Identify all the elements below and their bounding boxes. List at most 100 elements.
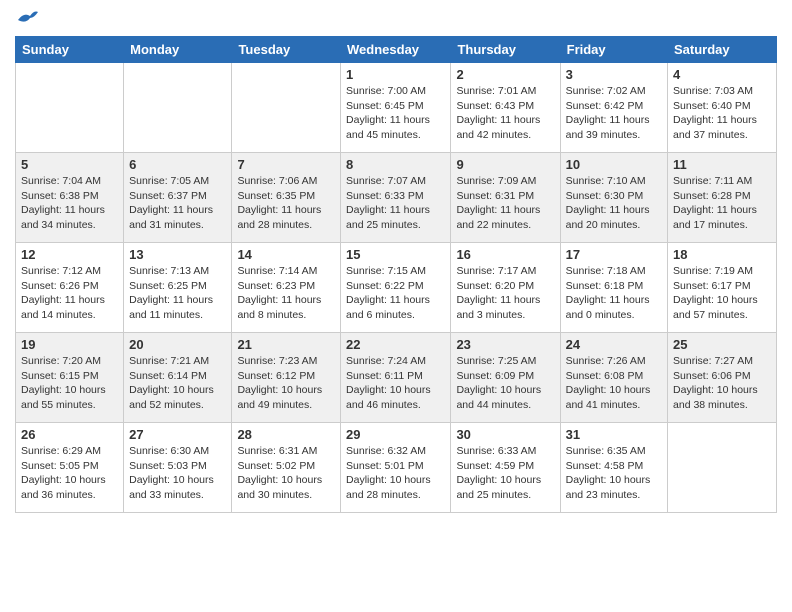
calendar-day-cell: 12 Sunrise: 7:12 AM Sunset: 6:26 PM Dayli… (16, 243, 124, 333)
day-number: 24 (566, 337, 662, 352)
day-number: 27 (129, 427, 226, 442)
day-info: Sunrise: 7:18 AM Sunset: 6:18 PM Dayligh… (566, 264, 662, 323)
day-number: 26 (21, 427, 118, 442)
day-info: Sunrise: 7:17 AM Sunset: 6:20 PM Dayligh… (456, 264, 554, 323)
day-number: 2 (456, 67, 554, 82)
calendar-day-cell: 1 Sunrise: 7:00 AM Sunset: 6:45 PM Daylig… (341, 63, 451, 153)
day-number: 4 (673, 67, 771, 82)
calendar-day-cell: 30 Sunrise: 6:33 AM Sunset: 4:59 PM Dayli… (451, 423, 560, 513)
day-number: 16 (456, 247, 554, 262)
calendar-day-cell: 13Sunrise: 7:13 AM Sunset: 6:25 PM Dayli… (124, 243, 232, 333)
calendar-day-cell: 16 Sunrise: 7:17 AM Sunset: 6:20 PM Dayli… (451, 243, 560, 333)
day-info: Sunrise: 7:25 AM Sunset: 6:09 PM Dayligh… (456, 354, 554, 413)
calendar-day-cell: 7Sunrise: 7:06 AM Sunset: 6:35 PM Daylig… (232, 153, 341, 243)
calendar-day-cell: 4Sunrise: 7:03 AM Sunset: 6:40 PM Daylig… (668, 63, 777, 153)
day-number: 6 (129, 157, 226, 172)
day-number: 23 (456, 337, 554, 352)
calendar-day-cell: 15 Sunrise: 7:15 AM Sunset: 6:22 PM Dayli… (341, 243, 451, 333)
logo (15, 10, 39, 28)
calendar-day-cell: 24 Sunrise: 7:26 AM Sunset: 6:08 PM Dayli… (560, 333, 667, 423)
calendar-day-cell: 31 Sunrise: 6:35 AM Sunset: 4:58 PM Dayli… (560, 423, 667, 513)
day-number: 22 (346, 337, 445, 352)
calendar-day-cell: 27Sunrise: 6:30 AM Sunset: 5:03 PM Dayli… (124, 423, 232, 513)
day-number: 29 (346, 427, 445, 442)
calendar-day-cell: 5 Sunrise: 7:04 AM Sunset: 6:38 PM Daylig… (16, 153, 124, 243)
day-info: Sunrise: 7:01 AM Sunset: 6:43 PM Dayligh… (456, 84, 554, 143)
calendar-day-cell (668, 423, 777, 513)
day-info: Sunrise: 7:14 AM Sunset: 6:23 PM Dayligh… (237, 264, 335, 323)
day-number: 18 (673, 247, 771, 262)
calendar-day-cell: 10 Sunrise: 7:10 AM Sunset: 6:30 PM Dayli… (560, 153, 667, 243)
day-number: 12 (21, 247, 118, 262)
day-info: Sunrise: 6:35 AM Sunset: 4:58 PM Dayligh… (566, 444, 662, 503)
day-info: Sunrise: 7:24 AM Sunset: 6:11 PM Dayligh… (346, 354, 445, 413)
calendar-day-cell: 3Sunrise: 7:02 AM Sunset: 6:42 PM Daylig… (560, 63, 667, 153)
day-info: Sunrise: 7:19 AM Sunset: 6:17 PM Dayligh… (673, 264, 771, 323)
day-number: 20 (129, 337, 226, 352)
calendar-day-cell: 20 Sunrise: 7:21 AM Sunset: 6:14 PM Dayli… (124, 333, 232, 423)
calendar-day-cell: 2 Sunrise: 7:01 AM Sunset: 6:43 PM Daylig… (451, 63, 560, 153)
calendar-table: SundayMondayTuesdayWednesdayThursdayFrid… (15, 36, 777, 513)
day-of-week-header: Wednesday (341, 37, 451, 63)
calendar-day-cell: 21 Sunrise: 7:23 AM Sunset: 6:12 PM Dayli… (232, 333, 341, 423)
calendar-day-cell: 26 Sunrise: 6:29 AM Sunset: 5:05 PM Dayli… (16, 423, 124, 513)
day-info: Sunrise: 7:21 AM Sunset: 6:14 PM Dayligh… (129, 354, 226, 413)
day-info: Sunrise: 7:23 AM Sunset: 6:12 PM Dayligh… (237, 354, 335, 413)
calendar-day-cell: 9 Sunrise: 7:09 AM Sunset: 6:31 PM Daylig… (451, 153, 560, 243)
header (15, 10, 777, 28)
day-info: Sunrise: 7:06 AM Sunset: 6:35 PM Dayligh… (237, 174, 335, 233)
calendar-header-row: SundayMondayTuesdayWednesdayThursdayFrid… (16, 37, 777, 63)
day-info: Sunrise: 7:00 AM Sunset: 6:45 PM Dayligh… (346, 84, 445, 143)
day-number: 25 (673, 337, 771, 352)
calendar-day-cell (124, 63, 232, 153)
day-info: Sunrise: 7:13 AM Sunset: 6:25 PM Dayligh… (129, 264, 226, 323)
day-info: Sunrise: 7:04 AM Sunset: 6:38 PM Dayligh… (21, 174, 118, 233)
calendar-day-cell: 17Sunrise: 7:18 AM Sunset: 6:18 PM Dayli… (560, 243, 667, 333)
calendar-week-row: 1 Sunrise: 7:00 AM Sunset: 6:45 PM Daylig… (16, 63, 777, 153)
calendar-day-cell: 6Sunrise: 7:05 AM Sunset: 6:37 PM Daylig… (124, 153, 232, 243)
calendar-day-cell: 19 Sunrise: 7:20 AM Sunset: 6:15 PM Dayli… (16, 333, 124, 423)
day-info: Sunrise: 7:07 AM Sunset: 6:33 PM Dayligh… (346, 174, 445, 233)
day-of-week-header: Thursday (451, 37, 560, 63)
day-number: 1 (346, 67, 445, 82)
day-info: Sunrise: 7:27 AM Sunset: 6:06 PM Dayligh… (673, 354, 771, 413)
day-number: 5 (21, 157, 118, 172)
day-of-week-header: Sunday (16, 37, 124, 63)
calendar-day-cell (232, 63, 341, 153)
day-info: Sunrise: 7:20 AM Sunset: 6:15 PM Dayligh… (21, 354, 118, 413)
day-info: Sunrise: 6:33 AM Sunset: 4:59 PM Dayligh… (456, 444, 554, 503)
day-info: Sunrise: 6:29 AM Sunset: 5:05 PM Dayligh… (21, 444, 118, 503)
day-number: 19 (21, 337, 118, 352)
day-number: 15 (346, 247, 445, 262)
day-number: 11 (673, 157, 771, 172)
calendar-day-cell: 11Sunrise: 7:11 AM Sunset: 6:28 PM Dayli… (668, 153, 777, 243)
day-number: 3 (566, 67, 662, 82)
day-number: 14 (237, 247, 335, 262)
calendar-day-cell: 22 Sunrise: 7:24 AM Sunset: 6:11 PM Dayli… (341, 333, 451, 423)
day-number: 28 (237, 427, 335, 442)
day-number: 9 (456, 157, 554, 172)
day-info: Sunrise: 7:10 AM Sunset: 6:30 PM Dayligh… (566, 174, 662, 233)
day-of-week-header: Monday (124, 37, 232, 63)
calendar-day-cell: 29 Sunrise: 6:32 AM Sunset: 5:01 PM Dayli… (341, 423, 451, 513)
day-info: Sunrise: 6:31 AM Sunset: 5:02 PM Dayligh… (237, 444, 335, 503)
page-container: SundayMondayTuesdayWednesdayThursdayFrid… (0, 0, 792, 528)
calendar-week-row: 19 Sunrise: 7:20 AM Sunset: 6:15 PM Dayli… (16, 333, 777, 423)
logo-bird-icon (16, 10, 38, 28)
calendar-day-cell: 8Sunrise: 7:07 AM Sunset: 6:33 PM Daylig… (341, 153, 451, 243)
day-of-week-header: Friday (560, 37, 667, 63)
day-info: Sunrise: 7:09 AM Sunset: 6:31 PM Dayligh… (456, 174, 554, 233)
calendar-week-row: 12 Sunrise: 7:12 AM Sunset: 6:26 PM Dayli… (16, 243, 777, 333)
calendar-day-cell: 25 Sunrise: 7:27 AM Sunset: 6:06 PM Dayli… (668, 333, 777, 423)
day-info: Sunrise: 6:32 AM Sunset: 5:01 PM Dayligh… (346, 444, 445, 503)
day-number: 21 (237, 337, 335, 352)
day-of-week-header: Tuesday (232, 37, 341, 63)
day-number: 30 (456, 427, 554, 442)
calendar-week-row: 5 Sunrise: 7:04 AM Sunset: 6:38 PM Daylig… (16, 153, 777, 243)
day-number: 31 (566, 427, 662, 442)
day-info: Sunrise: 7:15 AM Sunset: 6:22 PM Dayligh… (346, 264, 445, 323)
day-info: Sunrise: 7:12 AM Sunset: 6:26 PM Dayligh… (21, 264, 118, 323)
day-info: Sunrise: 7:26 AM Sunset: 6:08 PM Dayligh… (566, 354, 662, 413)
calendar-week-row: 26 Sunrise: 6:29 AM Sunset: 5:05 PM Dayli… (16, 423, 777, 513)
day-number: 10 (566, 157, 662, 172)
